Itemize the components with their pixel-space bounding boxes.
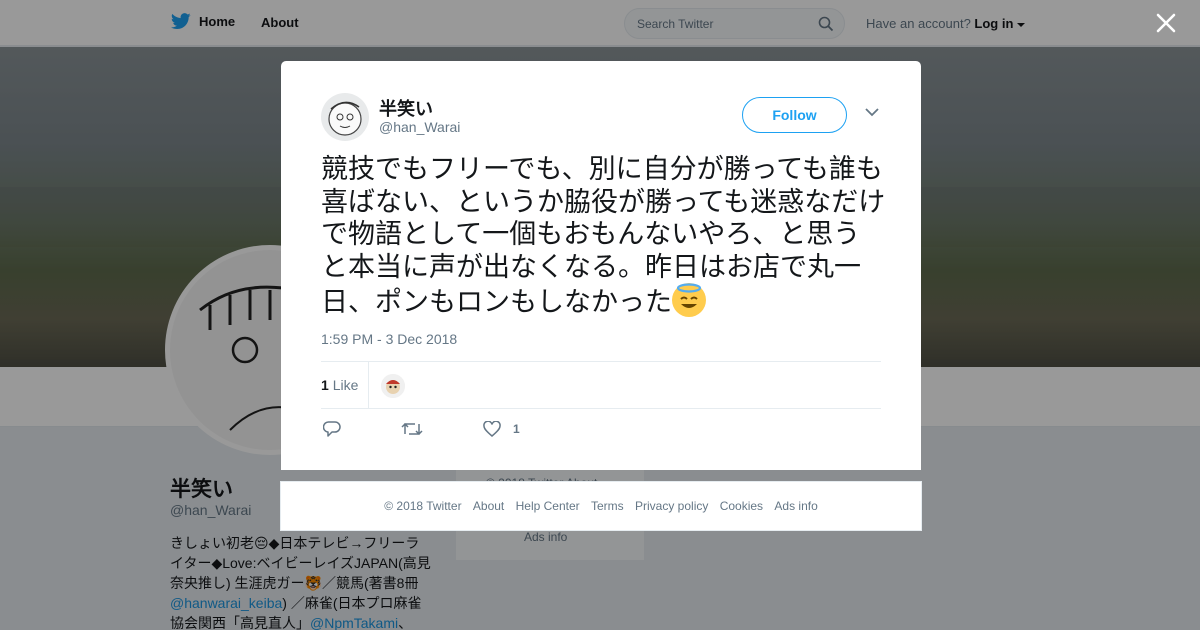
tweet-author-handle[interactable]: @han_Warai xyxy=(379,119,460,135)
like-action[interactable]: 1 xyxy=(483,421,520,437)
author-avatar-drawing xyxy=(328,101,362,136)
footer-link-about[interactable]: About xyxy=(473,499,504,513)
reply-action[interactable] xyxy=(323,421,341,438)
like-count: 1 xyxy=(321,377,329,393)
footer-link-ads-info[interactable]: Ads info xyxy=(774,499,817,513)
like-action-count: 1 xyxy=(513,422,520,436)
stats-divider xyxy=(368,362,369,409)
liker-avatar[interactable] xyxy=(381,374,405,398)
modal-footer: © 2018 Twitter About Help Center Terms P… xyxy=(280,481,922,531)
like-count-label: Like xyxy=(332,377,359,393)
footer-link-cookies[interactable]: Cookies xyxy=(720,499,763,513)
footer-link-terms[interactable]: Terms xyxy=(591,499,624,513)
tweet-text: 競技でもフリーでも、別に自分が勝っても誰も喜ばない、というか脇役が勝っても迷惑な… xyxy=(321,153,886,319)
tweet-text-body: 競技でもフリーでも、別に自分が勝っても誰も喜ばない、というか脇役が勝っても迷惑な… xyxy=(321,154,886,317)
retweet-icon[interactable] xyxy=(401,421,423,437)
footer-link-help-center[interactable]: Help Center xyxy=(516,499,580,513)
chevron-down-icon[interactable] xyxy=(865,107,879,117)
tweet-stats: 1 Like xyxy=(321,361,881,409)
retweet-action[interactable] xyxy=(401,421,423,437)
tweet-actions: 1 xyxy=(321,421,881,441)
tweet-author-name[interactable]: 半笑い xyxy=(379,95,433,121)
tweet-timestamp[interactable]: 1:59 PM - 3 Dec 2018 xyxy=(321,331,457,347)
heart-icon[interactable] xyxy=(483,421,501,437)
follow-button[interactable]: Follow xyxy=(742,97,847,133)
like-count-stat[interactable]: 1 Like xyxy=(321,377,358,393)
reply-icon[interactable] xyxy=(323,421,341,438)
tweet-author-avatar[interactable] xyxy=(321,93,369,141)
smiling-face-with-halo-icon xyxy=(672,283,706,317)
close-icon[interactable] xyxy=(1155,12,1177,34)
liker-avatar-image xyxy=(381,374,405,398)
footer-copyright: © 2018 Twitter xyxy=(384,499,462,513)
footer-links: © 2018 Twitter About Help Center Terms P… xyxy=(281,499,921,513)
tweet-modal: 半笑い @han_Warai Follow 競技でもフリーでも、別に自分が勝って… xyxy=(281,61,921,470)
footer-link-privacy-policy[interactable]: Privacy policy xyxy=(635,499,708,513)
